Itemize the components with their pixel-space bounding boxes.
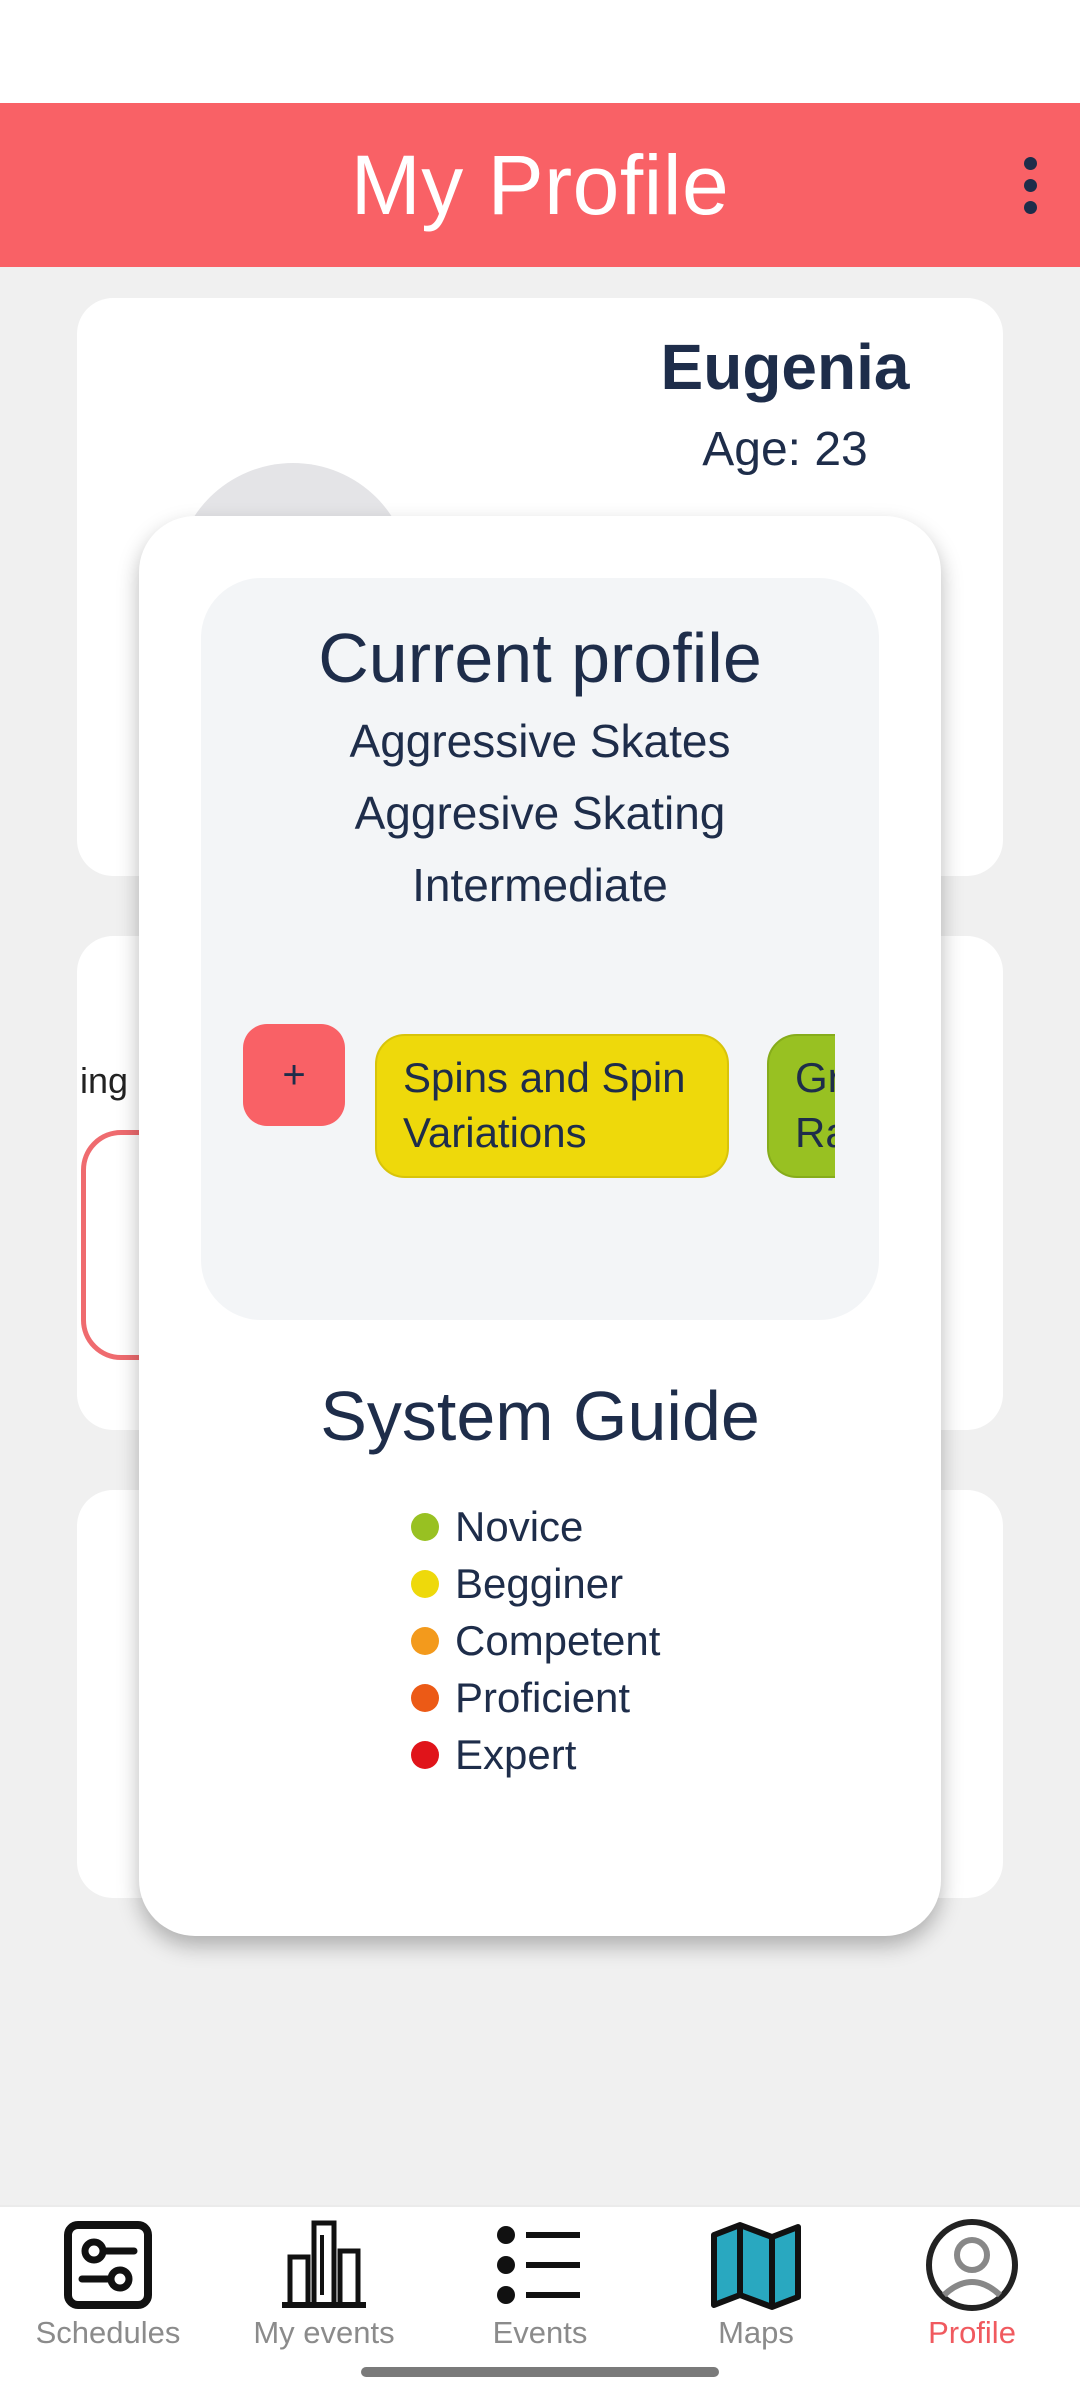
chip-label-line: Gr <box>795 1054 835 1101</box>
system-guide-title: System Guide <box>320 1377 760 1455</box>
nav-label: Events <box>492 2315 588 2350</box>
profile-guide-modal: Current profile Aggressive Skates Aggres… <box>139 516 941 1936</box>
legend-item: Expert <box>411 1726 660 1783</box>
skill-chip[interactable]: Gr Ra <box>767 1034 835 1178</box>
current-profile-line: Aggresive Skating <box>354 787 726 839</box>
legend-label: Novice <box>455 1502 584 1550</box>
nav-item-events[interactable]: Events <box>432 2207 648 2367</box>
legend-label: Expert <box>455 1730 577 1778</box>
page-title: My Profile <box>350 137 730 232</box>
nav-label: Schedules <box>35 2315 181 2350</box>
level-dot-icon <box>411 1569 439 1598</box>
level-dot-icon <box>411 1683 439 1712</box>
list-icon <box>497 2226 580 2304</box>
chip-label-line: Spins and Spin <box>403 1054 686 1101</box>
status-bar <box>0 0 1080 103</box>
legend-item: Proficient <box>411 1669 660 1726</box>
chip-label-line: Ra <box>795 1109 835 1156</box>
nav-item-profile[interactable]: Profile <box>864 2207 1080 2367</box>
user-age: Age: 23 <box>702 423 868 476</box>
app-header: My Profile <box>0 103 1080 267</box>
nav-item-my-events[interactable]: My events <box>216 2207 432 2367</box>
legend-label: Proficient <box>455 1673 631 1721</box>
level-legend: Novice Begginer Competent Proficient Exp… <box>411 1498 660 1783</box>
current-profile-line: Intermediate <box>412 859 668 911</box>
map-icon <box>711 2222 801 2310</box>
user-name: Eugenia <box>660 331 910 403</box>
user-circle-icon <box>926 2219 1018 2311</box>
chip-label-line: Variations <box>403 1109 587 1156</box>
skill-chip-list[interactable]: Spins and Spin Variations Gr Ra <box>375 1034 835 1184</box>
nav-label: My events <box>253 2315 395 2350</box>
current-profile-line: Aggressive Skates <box>349 715 731 767</box>
add-skill-button[interactable]: + <box>243 1024 345 1126</box>
partial-label: ing <box>80 1060 129 1101</box>
current-profile-title: Current profile <box>318 619 762 697</box>
legend-item: Novice <box>411 1498 660 1555</box>
home-indicator <box>361 2367 719 2377</box>
more-vertical-icon[interactable] <box>980 123 1080 247</box>
current-profile-panel: Current profile Aggressive Skates Aggres… <box>201 578 879 1320</box>
sliders-icon <box>64 2221 152 2309</box>
nav-item-schedules[interactable]: Schedules <box>0 2207 216 2367</box>
skill-chip[interactable]: Spins and Spin Variations <box>375 1034 729 1178</box>
level-dot-icon <box>411 1626 439 1655</box>
nav-label: Maps <box>718 2315 794 2350</box>
legend-label: Competent <box>455 1616 661 1664</box>
legend-label: Begginer <box>455 1559 624 1607</box>
legend-item: Begginer <box>411 1555 660 1612</box>
buildings-icon <box>282 2220 366 2308</box>
nav-label: Profile <box>928 2315 1016 2350</box>
level-dot-icon <box>411 1740 439 1769</box>
nav-item-maps[interactable]: Maps <box>648 2207 864 2367</box>
level-dot-icon <box>411 1512 439 1541</box>
legend-item: Competent <box>411 1612 660 1669</box>
